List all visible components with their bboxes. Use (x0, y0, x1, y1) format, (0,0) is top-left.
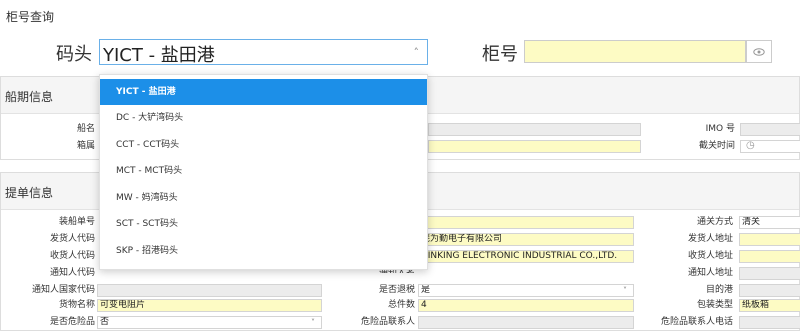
is-dangerous-value: 否 (100, 317, 110, 327)
notify-country-code-field (97, 284, 322, 297)
terminal-select-value: YICT - 盐田港 (103, 45, 215, 66)
ship-info-title: 船期信息 (5, 90, 54, 104)
cabinet-input[interactable] (524, 40, 746, 63)
is-dangerous-label: 是否危险品 (49, 317, 95, 327)
cabinet-owner-label: 箱属 (76, 141, 95, 151)
goods-name-field[interactable]: 可变电阻片 (97, 299, 322, 312)
dropdown-option-yict[interactable]: YICT - 盐田港 (100, 79, 427, 105)
destination-field (739, 284, 800, 297)
cabinet-owner-field[interactable] (428, 140, 641, 153)
danger-contact-field (418, 316, 634, 329)
dropdown-option-dc[interactable]: DC - 大铲湾码头 (100, 105, 427, 132)
dropdown-option-cct[interactable]: CCT - CCT码头 (100, 132, 427, 159)
terminal-dropdown: YICT - 盐田港 DC - 大铲湾码头 CCT - CCT码头 MCT - … (99, 74, 428, 270)
terminal-label: 码头 (56, 44, 92, 65)
destination-label: 目的港 (705, 285, 733, 295)
shipper-company-field[interactable]: 莞为勤电子有限公司 (418, 233, 634, 246)
shipper-address-label: 发货人地址 (687, 234, 733, 244)
total-pieces-label: 总件数 (387, 300, 415, 310)
shipper-code-label: 发货人代码 (49, 234, 95, 244)
page: { "page_title": "柜号查询", "query": { "term… (0, 0, 800, 331)
tax-refund-label: 是否退税 (378, 285, 415, 295)
danger-contact-phone-label: 危险品联系人电话 (660, 317, 733, 327)
eye-button[interactable] (746, 40, 772, 63)
dropdown-option-mw[interactable]: MW - 妈湾码头 (100, 185, 427, 212)
cutoff-time-label: 截关时间 (698, 141, 735, 151)
danger-contact-phone-field (739, 316, 800, 329)
cabinet-label: 柜号 (482, 44, 518, 65)
notify-address-field (739, 267, 800, 280)
chevron-up-icon: ˄ (413, 46, 420, 59)
goods-name-label: 货物名称 (58, 300, 95, 310)
notify-address-label: 通知人地址 (687, 268, 733, 278)
dropdown-option-sct[interactable]: SCT - SCT码头 (100, 211, 427, 238)
customs-mode-select[interactable]: 清关 (739, 216, 800, 229)
consignee-code-label: 收货人代码 (49, 251, 95, 261)
query-row: 码头 YICT - 盐田港 ˄ 柜号 (0, 39, 800, 66)
tax-refund-select[interactable]: 是 ˅ (418, 284, 634, 297)
vessel-bill-no-label: 装船单号 (58, 217, 95, 227)
eye-icon (753, 47, 765, 56)
customs-mode-label: 通关方式 (696, 217, 733, 227)
ship-name-field (428, 123, 641, 136)
clock-icon: ◷ (746, 140, 755, 151)
package-type-field[interactable]: 纸板箱 (739, 299, 800, 312)
notify-country-code-label: 通知人国家代码 (31, 285, 95, 295)
page-title: 柜号查询 (6, 10, 55, 24)
ship-name-label: 船名 (76, 124, 95, 134)
package-type-label: 包装类型 (696, 300, 733, 310)
bill-info-title: 提单信息 (5, 186, 54, 200)
notify-code-label: 通知人代码 (49, 268, 95, 278)
dropdown-option-mct[interactable]: MCT - MCT码头 (100, 158, 427, 185)
cutoff-time-field[interactable]: ◷ (740, 140, 800, 153)
is-dangerous-select[interactable]: 否 ˅ (97, 316, 322, 329)
consignee-address-label: 收货人地址 (687, 251, 733, 261)
imo-label: IMO 号 (705, 124, 735, 134)
consignee-company-field[interactable]: HINKING ELECTRONIC INDUSTRIAL CO.,LTD. (418, 250, 634, 263)
terminal-select[interactable]: YICT - 盐田港 ˄ (99, 39, 428, 66)
chevron-down-icon: ˅ (311, 318, 315, 327)
danger-contact-label: 危险品联系人 (360, 317, 415, 327)
shipper-address-field[interactable] (739, 233, 800, 246)
imo-field (740, 123, 800, 136)
tax-refund-value: 是 (421, 285, 431, 295)
dropdown-option-skp[interactable]: SKP - 招港码头 (100, 238, 427, 265)
consignee-address-field[interactable] (739, 250, 800, 263)
total-pieces-field[interactable]: 4 (418, 299, 634, 312)
vessel-bill-no-field[interactable] (418, 216, 634, 229)
